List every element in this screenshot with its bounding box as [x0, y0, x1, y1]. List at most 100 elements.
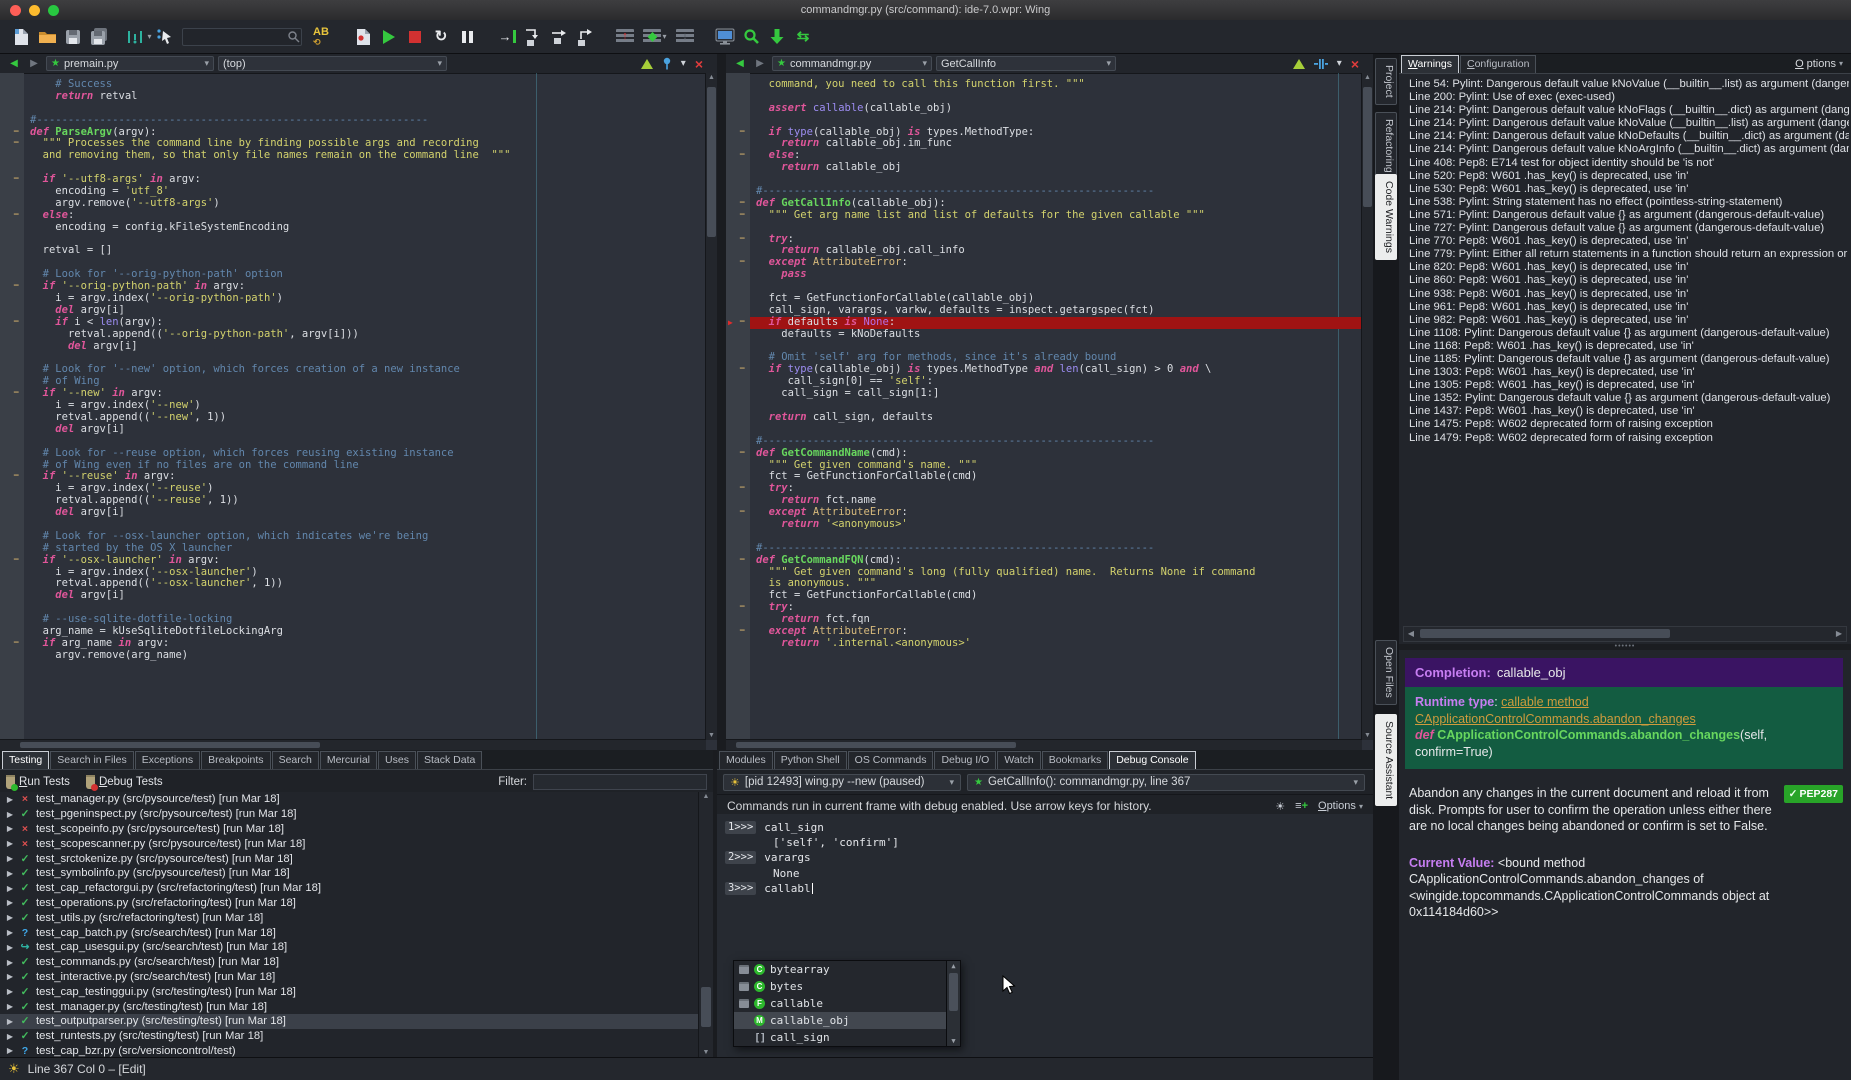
tab-warnings[interactable]: Warnings: [1401, 55, 1459, 73]
warning-item[interactable]: Line 1305: Pep8: W601 .has_key() is depr…: [1399, 379, 1849, 392]
expand-icon[interactable]: ▶: [2, 854, 18, 863]
test-row[interactable]: ▶✓test_manager.py (src/testing/test) [ru…: [0, 999, 698, 1014]
expand-icon[interactable]: ▶: [2, 913, 18, 922]
completion-item[interactable]: Cbytes: [734, 978, 960, 995]
warning-item[interactable]: Line 200: Pylint: Use of exec (exec-used…: [1399, 91, 1849, 104]
fold-marker[interactable]: −: [14, 471, 19, 483]
fold-marker[interactable]: −: [14, 138, 19, 150]
warning-item[interactable]: Line 214: Pylint: Dangerous default valu…: [1399, 117, 1849, 130]
new-file-button[interactable]: [8, 23, 34, 51]
rail-tab-project[interactable]: Project: [1375, 58, 1397, 105]
save-button[interactable]: [60, 23, 86, 51]
expand-icon[interactable]: ▶: [2, 869, 18, 878]
toolbar-search-input[interactable]: [182, 28, 302, 46]
scroll-left-icon[interactable]: ◀: [1404, 627, 1418, 641]
warning-item[interactable]: Line 961: Pep8: W601 .has_key() is depre…: [1399, 301, 1849, 314]
debug-tests-button[interactable]: Debug Tests: [86, 775, 163, 789]
edit-symbols-button[interactable]: ▾: [126, 23, 152, 51]
vertical-scrollbar[interactable]: ▲▼: [1361, 73, 1373, 740]
warning-item[interactable]: Line 938: Pep8: W601 .has_key() is depre…: [1399, 288, 1849, 301]
run-debug-button[interactable]: [376, 23, 402, 51]
fold-marker[interactable]: −: [14, 555, 19, 567]
stop-debug-button[interactable]: [402, 23, 428, 51]
warning-item[interactable]: Line 982: Pep8: W601 .has_key() is depre…: [1399, 314, 1849, 327]
fold-marker[interactable]: −: [740, 127, 745, 139]
filter-input[interactable]: [533, 774, 707, 790]
tab-watch[interactable]: Watch: [997, 751, 1040, 769]
fold-marker[interactable]: −: [740, 507, 745, 519]
fold-marker[interactable]: −: [14, 388, 19, 400]
rail-tab-code-warnings[interactable]: Code Warnings: [1375, 174, 1397, 260]
options-menu-button[interactable]: Options ▾: [1318, 800, 1363, 812]
expand-icon[interactable]: ▶: [2, 943, 18, 952]
scope-selector[interactable]: GetCallInfo▾: [936, 56, 1116, 71]
tab-breakpoints[interactable]: Breakpoints: [201, 751, 270, 769]
save-all-button[interactable]: [86, 23, 112, 51]
warning-item[interactable]: Line 54: Pylint: Dangerous default value…: [1399, 78, 1849, 91]
debug-active-icon[interactable]: ☀: [1275, 800, 1285, 813]
test-row[interactable]: ▶?test_cap_bzr.py (src/versioncontrol/te…: [0, 1044, 698, 1057]
open-file-button[interactable]: [34, 23, 60, 51]
completion-item[interactable]: Cbytearray: [734, 961, 960, 978]
test-row[interactable]: ▶✓test_commands.py (src/search/test) [ru…: [0, 955, 698, 970]
warnings-indicator-icon[interactable]: [641, 59, 653, 69]
warning-item[interactable]: Line 820: Pep8: W601 .has_key() is depre…: [1399, 261, 1849, 274]
warning-item[interactable]: Line 571: Pylint: Dangerous default valu…: [1399, 209, 1849, 222]
test-row[interactable]: ▶✓test_outputparser.py (src/testing/test…: [0, 1014, 698, 1029]
test-row[interactable]: ▶✓test_cap_refactorgui.py (src/refactori…: [0, 881, 698, 896]
test-row[interactable]: ▶✓test_interactive.py (src/search/test) …: [0, 970, 698, 985]
warning-item[interactable]: Line 1303: Pep8: W601 .has_key() is depr…: [1399, 366, 1849, 379]
tab-bookmarks[interactable]: Bookmarks: [1042, 751, 1109, 769]
warning-item[interactable]: Line 520: Pep8: W601 .has_key() is depre…: [1399, 170, 1849, 183]
rail-tab-refactoring[interactable]: Refactoring: [1375, 112, 1397, 180]
restart-debug-button[interactable]: ↻: [428, 23, 454, 51]
pause-debug-button[interactable]: [454, 23, 480, 51]
fold-marker[interactable]: −: [740, 317, 745, 329]
completion-item[interactable]: Mcallable_obj: [734, 1012, 960, 1029]
expand-icon[interactable]: ▶: [2, 928, 18, 937]
tab-exceptions[interactable]: Exceptions: [135, 751, 200, 769]
code-area-left[interactable]: # Success return retval#----------------…: [0, 73, 706, 740]
expand-icon[interactable]: ▶: [2, 884, 18, 893]
debug-process-selector[interactable]: ☀ [pid 12493] wing.py --new (paused)▾: [723, 774, 961, 791]
tab-stack-data[interactable]: Stack Data: [417, 751, 482, 769]
debug-console[interactable]: 1>>>call_sign['self', 'confirm']2>>>vara…: [717, 814, 1373, 1057]
back-button[interactable]: ◀: [6, 59, 22, 69]
warning-item[interactable]: Line 1437: Pep8: W601 .has_key() is depr…: [1399, 405, 1849, 418]
scroll-right-icon[interactable]: ▶: [1832, 627, 1846, 641]
warning-item[interactable]: Line 538: Pylint: String statement has n…: [1399, 196, 1849, 209]
fold-marker[interactable]: −: [14, 210, 19, 222]
completion-item[interactable]: Fcallable: [734, 995, 960, 1012]
warning-item[interactable]: Line 1185: Pylint: Dangerous default val…: [1399, 353, 1849, 366]
replace-button[interactable]: AB⟲: [306, 23, 336, 51]
tab-python-shell[interactable]: Python Shell: [774, 751, 847, 769]
expand-icon[interactable]: ▶: [2, 958, 18, 967]
tab-search-in-files[interactable]: Search in Files: [50, 751, 133, 769]
fold-marker[interactable]: −: [14, 127, 19, 139]
test-row[interactable]: ▶✓test_srctokenize.py (src/pysource/test…: [0, 851, 698, 866]
editor-pane-right[interactable]: ◀ ▶ ★ commandmgr.py▾ GetCallInfo▾ ▾ × co…: [726, 54, 1373, 750]
expand-icon[interactable]: ▶: [2, 1017, 18, 1026]
completion-item[interactable]: []call_sign: [734, 1029, 960, 1046]
up-stack-frame-button[interactable]: ↑: [612, 23, 638, 51]
tab-uses[interactable]: Uses: [378, 751, 416, 769]
horizontal-scrollbar[interactable]: [0, 739, 706, 750]
chevron-down-icon[interactable]: ▾: [681, 59, 686, 69]
warning-item[interactable]: Line 1168: Pep8: W601 .has_key() is depr…: [1399, 340, 1849, 353]
file-selector[interactable]: ★ commandmgr.py▾: [772, 56, 932, 71]
run-tests-button[interactable]: Run Tests: [6, 775, 70, 789]
debug-probe-button[interactable]: [712, 23, 738, 51]
tab-configuration[interactable]: Configuration: [1460, 55, 1536, 73]
test-row[interactable]: ▶✓test_operations.py (src/refactoring/te…: [0, 896, 698, 911]
popup-scrollbar[interactable]: ▲▼: [946, 961, 960, 1046]
test-row[interactable]: ▶✓test_cap_testinggui.py (src/testing/te…: [0, 984, 698, 999]
toggle-breakpoint-button[interactable]: ◆▾: [638, 23, 672, 51]
editor-pane-left[interactable]: ◀ ▶ ★ premain.py▾ (top)▾ ▾ × # Success r…: [0, 54, 717, 750]
vertical-scrollbar[interactable]: ▲▼: [705, 73, 717, 740]
test-row[interactable]: ▶×test_scopescanner.py (src/pysource/tes…: [0, 836, 698, 851]
fold-marker[interactable]: −: [740, 364, 745, 376]
fold-marker[interactable]: −: [740, 555, 745, 567]
tab-testing[interactable]: Testing: [2, 751, 49, 769]
runtime-type-link[interactable]: callable method: [1501, 695, 1589, 709]
runtime-symbol-link[interactable]: CApplicationControlCommands.abandon_chan…: [1415, 712, 1696, 726]
